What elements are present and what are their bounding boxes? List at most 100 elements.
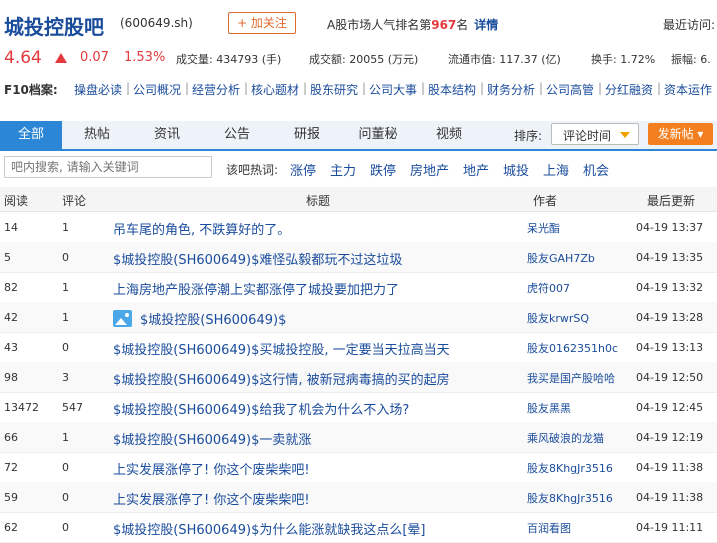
hot-word[interactable]: 房地产 [410,160,449,179]
turnover: 换手: 1.72% [591,53,656,66]
f10-item[interactable]: 股东研究 [310,81,358,98]
post-author[interactable]: 呆光酯 [527,220,560,236]
post-author[interactable]: 虎符007 [527,280,570,296]
post-title[interactable]: 上实发展涨停了! 你这个废柴柴吧! [113,459,310,478]
comment-count: 1 [62,281,69,294]
f10-item[interactable]: 财务分析 [487,81,535,98]
last-updated: 04-19 11:11 [636,521,704,534]
post-title[interactable]: $城投控股(SH600649)$买城投控股, 一定要当天拉高当天 [113,339,450,358]
bar-title[interactable]: 城投控股吧 [4,11,104,40]
table-row: 98 3 $城投控股(SH600649)$这行情, 被新冠病毒搞的买的起房 我买… [0,362,717,393]
hot-word[interactable]: 跌停 [370,160,396,179]
volume: 成交量: 434793 (手) [176,53,282,66]
post-author[interactable]: 我买是国产股哈哈 [527,370,615,386]
search-input[interactable] [4,156,212,178]
f10-item[interactable]: 资本运作 [664,81,712,98]
hot-word[interactable]: 地产 [463,160,489,179]
up-arrow-icon [55,53,67,63]
new-post-label: 发新帖 [657,127,694,141]
f10-item[interactable]: 经营分析 [192,81,240,98]
post-author[interactable]: 股友8KhgJr3516 [527,460,613,476]
post-author[interactable]: 股友黑黑 [527,400,571,416]
read-count: 62 [4,521,18,534]
comment-count: 1 [62,221,69,234]
hot-word[interactable]: 上海 [543,160,569,179]
table-row: 66 1 $城投控股(SH600649)$一卖就涨 乘风破浪的龙猫 04-19 … [0,422,717,453]
col-updated: 最后更新 [647,194,696,208]
table-row: 42 1 $城投控股(SH600649)$ 股友krwrSQ 04-19 13:… [0,302,717,333]
rank-detail-link[interactable]: 详情 [474,18,498,32]
f10-separator: | [185,81,190,95]
f10-item[interactable]: 公司概况 [133,81,181,98]
hot-word[interactable]: 城投 [503,160,529,179]
amplitude: 振幅: 6. [671,53,711,66]
f10-separator: | [362,81,367,95]
table-header [0,187,717,212]
tab-video[interactable]: 视频 [414,121,484,149]
f10-separator: | [126,81,131,95]
col-title: 标题 [306,194,331,208]
comment-count: 0 [62,341,69,354]
f10-separator: | [480,81,485,95]
hot-word[interactable]: 主力 [330,160,356,179]
post-title[interactable]: 上海房地产股涨停潮上实都涨停了城投要加把力了 [113,279,399,298]
table-row: 59 0 上实发展涨停了! 你这个废柴柴吧! 股友8KhgJr3516 04-1… [0,482,717,513]
rank-number: 967 [431,18,457,32]
post-title[interactable]: 吊车尾的角色, 不跌算好的了。 [113,219,290,238]
last-updated: 04-19 13:28 [636,311,704,324]
hot-word[interactable]: 涨停 [290,160,316,179]
post-author[interactable]: 股友8KhgJr3516 [527,490,613,506]
tab-research[interactable]: 研报 [272,121,342,149]
post-author[interactable]: 股友GAH7Zb [527,250,595,266]
post-author[interactable]: 股友0162351h0c [527,340,618,356]
f10-item[interactable]: 公司高管 [546,81,594,98]
rank-prefix: A股市场人气排名第 [327,18,432,32]
popularity-rank: A股市场人气排名第967名 详情 [327,16,498,33]
table-row: 82 1 上海房地产股涨停潮上实都涨停了城投要加把力了 虎符007 04-19 … [0,272,717,303]
comment-count: 0 [62,491,69,504]
col-read: 阅读 [4,194,29,208]
post-author[interactable]: 百润看图 [527,520,571,536]
post-title[interactable]: $城投控股(SH600649)$给我了机会为什么不入场? [113,399,409,418]
tab-notice[interactable]: 公告 [202,121,272,149]
post-title[interactable]: $城投控股(SH600649)$难怪弘毅都玩不过这垃圾 [113,249,402,268]
post-title-with-image[interactable]: $城投控股(SH600649)$ [113,309,286,329]
f10-separator: | [657,81,662,95]
read-count: 82 [4,281,18,294]
sort-select[interactable]: 评论时间 [551,123,639,145]
f10-separator: | [244,81,249,95]
post-author[interactable]: 股友krwrSQ [527,310,589,326]
f10-item[interactable]: 分红融资 [605,81,653,98]
table-row: 62 0 $城投控股(SH600649)$为什么能涨就缺我这点么[晕] 百润看图… [0,512,717,543]
f10-item[interactable]: 核心题材 [251,81,299,98]
post-title[interactable]: $城投控股(SH600649)$这行情, 被新冠病毒搞的买的起房 [113,369,450,388]
post-title[interactable]: $城投控股(SH600649)$为什么能涨就缺我这点么[晕] [113,519,425,538]
f10-item[interactable]: 公司大事 [369,81,417,98]
tab-hot[interactable]: 热帖 [62,121,132,149]
comment-count: 0 [62,461,69,474]
f10-item[interactable]: 股本结构 [428,81,476,98]
last-updated: 04-19 11:38 [636,491,704,504]
post-author[interactable]: 乘风破浪的龙猫 [527,430,604,446]
tab-news[interactable]: 资讯 [132,121,202,149]
tab-all[interactable]: 全部 [0,121,62,149]
post-title[interactable]: 上实发展涨停了! 你这个废柴柴吧! [113,489,310,508]
last-updated: 04-19 11:38 [636,461,704,474]
new-post-button[interactable]: 发新帖 ▾ [648,123,713,145]
rank-suffix: 名 [456,18,469,32]
current-price: 4.64 [4,48,42,68]
comment-count: 1 [62,431,69,444]
sort-value: 评论时间 [563,129,612,143]
chevron-down-icon [620,132,630,138]
stock-code: (600649.sh) [120,16,193,30]
last-updated: 04-19 12:45 [636,401,704,414]
tab-ask-secretary[interactable]: 问董秘 [342,121,414,149]
post-title[interactable]: $城投控股(SH600649)$一卖就涨 [113,429,311,448]
hot-word[interactable]: 机会 [583,160,609,179]
f10-item[interactable]: 操盘必读 [74,81,122,98]
comment-count: 0 [62,251,69,264]
col-author: 作者 [533,194,558,208]
col-comments: 评论 [62,194,87,208]
read-count: 98 [4,371,18,384]
follow-button[interactable]: + 加关注 [228,12,296,34]
